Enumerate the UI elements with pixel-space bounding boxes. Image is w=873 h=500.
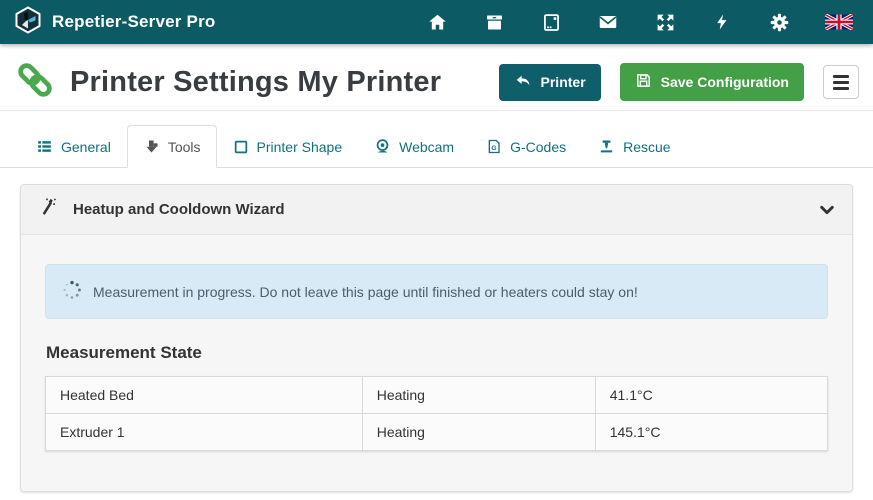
- panel-title: Heatup and Cooldown Wizard: [73, 201, 285, 218]
- fullscreen-expand-icon[interactable]: [654, 11, 676, 33]
- tab-tools[interactable]: Tools: [127, 125, 217, 168]
- tab-label: Webcam: [399, 139, 454, 155]
- spinner-icon: [62, 280, 82, 303]
- panel-body: Measurement in progress. Do not leave th…: [21, 235, 852, 491]
- repetier-logo-icon: [14, 6, 42, 39]
- chain-link-icon: [14, 59, 56, 106]
- hamburger-menu-button[interactable]: [823, 65, 859, 99]
- device-name-cell: Extruder 1: [46, 414, 363, 451]
- square-outline-icon: [233, 139, 249, 155]
- back-to-printer-button[interactable]: Printer: [499, 64, 601, 101]
- list-icon: [36, 138, 53, 155]
- gcode-file-icon: G: [486, 138, 502, 155]
- magic-wand-icon: [37, 197, 57, 222]
- tab-label: Rescue: [623, 139, 670, 155]
- save-floppy-icon: [635, 72, 652, 92]
- heatup-wizard-panel: Heatup and Cooldown Wizard: [20, 184, 853, 492]
- state-cell: Heating: [362, 377, 595, 414]
- save-configuration-button[interactable]: Save Configuration: [620, 63, 804, 101]
- page-title: Printer Settings My Printer: [70, 66, 441, 99]
- language-flag-icon[interactable]: [825, 11, 853, 33]
- webcam-icon: [374, 138, 391, 155]
- device-name-cell: Heated Bed: [46, 377, 363, 414]
- save-button-label: Save Configuration: [661, 74, 789, 90]
- panel-header[interactable]: Heatup and Cooldown Wizard: [21, 185, 852, 235]
- state-cell: Heating: [362, 414, 595, 451]
- measurement-state-heading: Measurement State: [46, 343, 828, 363]
- rescue-nozzle-icon: [598, 138, 615, 155]
- mail-icon[interactable]: [597, 11, 619, 33]
- tab-rescue[interactable]: Rescue: [582, 125, 686, 168]
- alert-message: Measurement in progress. Do not leave th…: [93, 284, 638, 300]
- tab-general[interactable]: General: [20, 125, 127, 168]
- tab-webcam[interactable]: Webcam: [358, 125, 470, 168]
- chevron-down-icon[interactable]: [818, 201, 836, 219]
- header-actions: Printer Save Configuration: [499, 63, 859, 101]
- temperature-cell: 145.1°C: [595, 414, 827, 451]
- title-wrap: Printer Settings My Printer: [14, 59, 441, 106]
- tab-label: Tools: [168, 139, 201, 155]
- top-navbar: Repetier-Server Pro: [0, 0, 873, 44]
- brand-label: Repetier-Server Pro: [52, 12, 215, 32]
- gear-icon[interactable]: [768, 11, 790, 33]
- svg-text:G: G: [492, 145, 497, 152]
- table-row: Heated Bed Heating 41.1°C: [46, 377, 828, 414]
- manual-tablet-icon[interactable]: [540, 11, 562, 33]
- extruder-icon: [143, 138, 160, 155]
- tab-label: G-Codes: [510, 139, 566, 155]
- bolt-icon[interactable]: [711, 11, 733, 33]
- temperature-cell: 41.1°C: [595, 377, 827, 414]
- page-header: Printer Settings My Printer Printer Save…: [0, 44, 873, 111]
- tab-printer-shape[interactable]: Printer Shape: [217, 126, 359, 168]
- brand[interactable]: Repetier-Server Pro: [14, 6, 215, 39]
- tab-gcodes[interactable]: G G-Codes: [470, 125, 582, 168]
- measurement-progress-alert: Measurement in progress. Do not leave th…: [45, 264, 828, 319]
- measurement-state-table: Heated Bed Heating 41.1°C Extruder 1 Hea…: [45, 376, 828, 451]
- table-row: Extruder 1 Heating 145.1°C: [46, 414, 828, 451]
- tab-label: Printer Shape: [257, 139, 343, 155]
- settings-tabs: General Tools Printer Shape Webcam: [0, 125, 873, 168]
- navbar-icon-group: [426, 11, 859, 33]
- reply-arrow-icon: [514, 73, 532, 92]
- home-icon[interactable]: [426, 11, 448, 33]
- printer-box-icon[interactable]: [483, 11, 505, 33]
- tab-label: General: [61, 139, 111, 155]
- printer-button-label: Printer: [541, 74, 586, 90]
